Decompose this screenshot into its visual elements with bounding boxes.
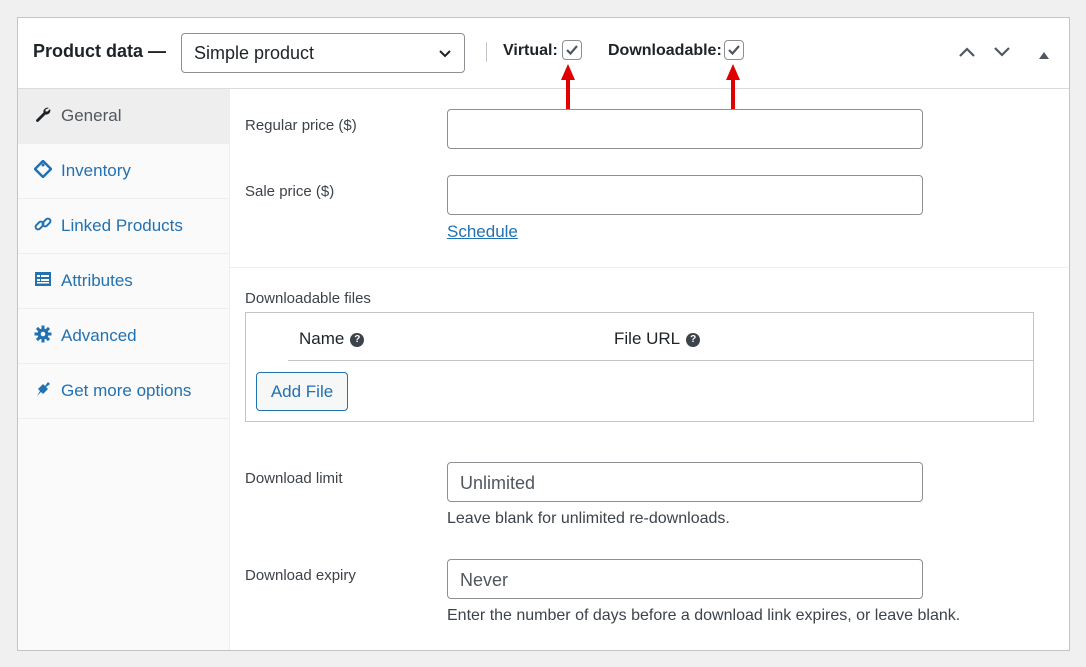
product-data-panel: Product data — Simple product Virtual: D… — [17, 17, 1070, 651]
downloadable-files-label: Downloadable files — [245, 290, 371, 307]
tab-get-more-options-label: Get more options — [61, 381, 192, 400]
chevron-down-icon — [438, 45, 452, 66]
tab-advanced[interactable]: Advanced — [18, 309, 229, 364]
tab-linked-products[interactable]: Linked Products — [18, 199, 229, 254]
help-icon[interactable]: ? — [350, 332, 365, 347]
download-limit-hint: Leave blank for unlimited re-downloads. — [447, 510, 730, 527]
product-data-tabs: General Inventory Linked Products Attrib… — [18, 89, 230, 650]
move-up-icon[interactable] — [958, 45, 976, 64]
download-expiry-label: Download expiry — [245, 567, 356, 584]
file-url-column-header: File URL? — [614, 329, 701, 349]
virtual-label: Virtual: — [503, 42, 558, 59]
plugin-icon — [34, 380, 52, 398]
table-header-divider — [288, 360, 1033, 361]
downloadable-files-table: Name? File URL? Add File — [245, 312, 1034, 422]
tab-general[interactable]: General — [18, 89, 229, 144]
tab-attributes[interactable]: Attributes — [18, 254, 229, 309]
checkmark-icon — [728, 45, 740, 56]
tag-icon — [33, 159, 53, 179]
product-type-select[interactable]: Simple product — [181, 33, 465, 73]
move-down-icon[interactable] — [993, 45, 1011, 64]
gear-icon — [34, 325, 52, 343]
tab-advanced-label: Advanced — [61, 326, 137, 345]
list-card-icon — [34, 270, 52, 288]
panel-title: Product data — — [33, 41, 167, 61]
wrench-icon — [34, 105, 52, 123]
downloadable-label: Downloadable: — [608, 42, 722, 59]
downloadable-checkbox[interactable] — [724, 40, 744, 60]
tab-linked-products-label: Linked Products — [61, 216, 183, 235]
tab-general-label: General — [61, 106, 122, 125]
tab-attributes-label: Attributes — [61, 271, 133, 290]
tab-get-more-options[interactable]: Get more options — [18, 364, 229, 419]
product-data-header: Product data — Simple product Virtual: D… — [18, 18, 1069, 89]
schedule-link[interactable]: Schedule — [447, 222, 518, 242]
download-expiry-input[interactable]: Never — [447, 559, 923, 599]
header-separator — [486, 42, 487, 62]
checkmark-icon — [566, 45, 578, 56]
collapse-toggle-icon[interactable] — [1038, 47, 1050, 65]
add-file-button[interactable]: Add File — [256, 372, 348, 411]
general-tab-panel: Regular price ($) Sale price ($) Schedul… — [230, 89, 1069, 650]
tab-inventory-label: Inventory — [61, 161, 131, 180]
section-divider — [230, 267, 1069, 268]
link-icon — [34, 215, 52, 233]
virtual-checkbox[interactable] — [562, 40, 582, 60]
tab-inventory[interactable]: Inventory — [18, 144, 229, 199]
help-icon[interactable]: ? — [686, 332, 701, 347]
regular-price-label: Regular price ($) — [245, 117, 357, 134]
sale-price-input[interactable] — [447, 175, 923, 215]
name-column-header: Name? — [299, 329, 365, 349]
download-limit-input[interactable]: Unlimited — [447, 462, 923, 502]
product-type-value: Simple product — [194, 43, 315, 63]
sale-price-label: Sale price ($) — [245, 183, 335, 200]
download-limit-label: Download limit — [245, 470, 343, 487]
download-expiry-hint: Enter the number of days before a downlo… — [447, 607, 961, 624]
regular-price-input[interactable] — [447, 109, 923, 149]
